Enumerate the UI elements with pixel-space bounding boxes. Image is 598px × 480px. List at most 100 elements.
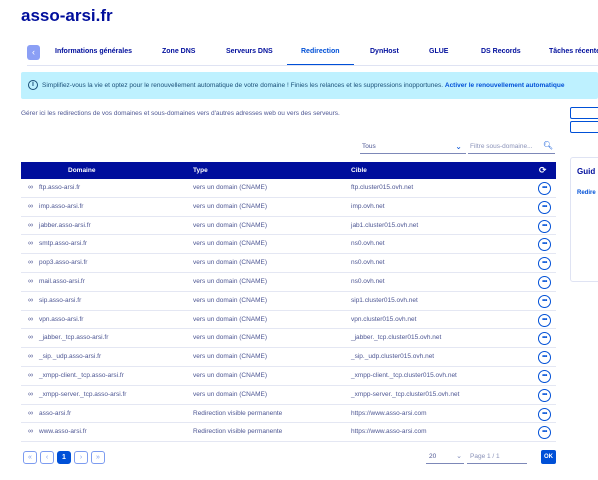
row-actions-button[interactable]: ••• <box>538 369 551 383</box>
page-1-button[interactable]: 1 <box>57 451 71 464</box>
table-row: ∞ mail.asso-arsi.fr vers un domain (CNAME)… <box>21 273 556 292</box>
row-actions-button[interactable]: ••• <box>538 388 551 402</box>
page-size-select[interactable]: 20 ⌄ <box>426 451 464 464</box>
prev-page-button[interactable]: ‹ <box>40 451 54 464</box>
tab-dynhost[interactable]: DynHost <box>370 45 399 59</box>
guide-link-redirection[interactable]: Redire <box>577 190 596 196</box>
column-header-type[interactable]: Type <box>193 162 208 179</box>
row-actions-button[interactable]: ••• <box>538 332 551 346</box>
row-actions-button[interactable]: ••• <box>538 294 551 308</box>
cell-type: vers un domain (CNAME) <box>193 390 268 398</box>
tab-general-info[interactable]: Informations générales <box>55 45 132 59</box>
row-actions-button[interactable]: ••• <box>538 407 551 421</box>
cell-target: ns0.ovh.net <box>351 259 385 267</box>
table-row: ∞ _xmpp-server._tcp.asso-arsi.fr vers un d… <box>21 386 556 405</box>
intro-text: Gérer ici les redirections de vos domain… <box>21 110 340 117</box>
link-icon: ∞ <box>28 296 33 304</box>
tabs-scroll-left-button[interactable]: ‹ <box>27 45 40 60</box>
redirections-table: Domaine Type Cible ⟳ ∞ ftp.asso-arsi.fr ve… <box>21 162 556 443</box>
cell-target: _xmpp-client._tcp.cluster015.ovh.net <box>351 371 457 379</box>
subdomain-filter-input[interactable] <box>468 140 542 153</box>
page-jump-field[interactable]: Page 1 / 1 <box>467 451 527 464</box>
tab-recent-tasks[interactable]: Tâches récentes <box>549 45 598 59</box>
row-actions-button[interactable]: ••• <box>538 238 551 252</box>
link-icon: ∞ <box>28 371 33 379</box>
cell-domain: ftp.asso-arsi.fr <box>39 184 81 191</box>
table-row: ∞ smtp.asso-arsi.fr vers un domain (CNAME)… <box>21 235 556 255</box>
cell-domain: pop3.asso-arsi.fr <box>39 259 88 267</box>
type-filter-value: Tous <box>362 143 376 150</box>
first-page-button[interactable]: « <box>23 451 37 464</box>
table-row: ∞ asso-arsi.fr Redirection visible permane… <box>21 405 556 424</box>
cell-type: vers un domain (CNAME) <box>193 315 268 323</box>
activate-auto-renewal-link[interactable]: Activer le renouvellement automatique <box>445 82 565 89</box>
cell-type: vers un domain (CNAME) <box>193 296 268 304</box>
link-icon: ∞ <box>28 202 33 210</box>
row-actions-button[interactable]: ••• <box>538 275 551 289</box>
banner-text: Simplifiez-vous la vie et optez pour le … <box>42 82 444 89</box>
cell-target: sip1.cluster015.ovh.net <box>351 296 418 304</box>
subdomain-filter: 🔍︎ <box>468 140 555 154</box>
tab-redirection[interactable]: Redirection <box>287 45 353 66</box>
row-actions-button[interactable]: ••• <box>538 182 551 195</box>
table-row: ∞ pop3.asso-arsi.fr vers un domain (CNAME)… <box>21 254 556 273</box>
row-actions-button[interactable]: ••• <box>538 426 551 440</box>
cell-target: _sip._udp.cluster015.ovh.net <box>351 353 435 361</box>
cell-target: ns0.ovh.net <box>351 277 385 285</box>
link-icon: ∞ <box>28 409 33 417</box>
refresh-icon[interactable]: ⟳ <box>539 162 547 179</box>
cell-target: jab1.cluster015.ovh.net <box>351 221 419 229</box>
cell-domain: _xmpp-client._tcp.asso-arsi.fr <box>39 371 124 379</box>
table-row: ∞ vpn.asso-arsi.fr vers un domain (CNAME) v… <box>21 311 556 330</box>
tab-dns-servers[interactable]: Serveurs DNS <box>226 45 273 59</box>
next-page-button[interactable]: › <box>74 451 88 464</box>
info-icon: i <box>28 80 38 90</box>
guides-panel: Guid Redire <box>570 157 598 282</box>
link-icon: ∞ <box>28 221 33 229</box>
cell-type: vers un domain (CNAME) <box>193 259 268 267</box>
link-icon: ∞ <box>28 184 33 191</box>
table-row: ∞ www.asso-arsi.fr Redirection visible per… <box>21 423 556 443</box>
tab-bar: ‹ Informations générales Zone DNS Serveu… <box>27 45 598 66</box>
cell-domain: _sip._udp.asso-arsi.fr <box>39 353 102 361</box>
link-icon: ∞ <box>28 240 33 248</box>
cell-domain: _xmpp-server._tcp.asso-arsi.fr <box>39 390 127 398</box>
search-icon[interactable]: 🔍︎ <box>543 141 553 150</box>
row-actions-button[interactable]: ••• <box>538 200 551 214</box>
cell-domain: vpn.asso-arsi.fr <box>39 315 84 323</box>
cell-type: vers un domain (CNAME) <box>193 277 268 285</box>
table-row: ∞ _jabber._tcp.asso-arsi.fr vers un domain… <box>21 329 556 349</box>
cell-target: vpn.cluster015.ovh.net <box>351 315 417 323</box>
side-action-button-1[interactable] <box>570 107 598 119</box>
cell-type: vers un domain (CNAME) <box>193 221 268 229</box>
tab-dns-zone[interactable]: Zone DNS <box>162 45 195 59</box>
column-header-target[interactable]: Cible <box>351 162 367 179</box>
table-row: ∞ _xmpp-client._tcp.asso-arsi.fr vers un d… <box>21 367 556 386</box>
row-actions-button[interactable]: ••• <box>538 313 551 327</box>
cell-type: vers un domain (CNAME) <box>193 240 268 248</box>
link-icon: ∞ <box>28 259 33 267</box>
last-page-button[interactable]: » <box>91 451 105 464</box>
cell-domain: sip.asso-arsi.fr <box>39 296 82 304</box>
cell-target: https://www.asso-arsi.com <box>351 409 427 417</box>
tab-glue[interactable]: GLUE <box>429 45 448 59</box>
renewal-banner: i Simplifiez-vous la vie et optez pour l… <box>21 72 598 99</box>
type-filter-select[interactable]: Tous ⌄ <box>360 140 466 154</box>
page-title: asso-arsi.fr <box>21 6 113 25</box>
cell-type: Redirection visible permanente <box>193 428 283 436</box>
cell-type: vers un domain (CNAME) <box>193 334 268 342</box>
cell-target: ftp.cluster015.ovh.net <box>351 184 414 191</box>
chevron-down-icon: ⌄ <box>456 453 462 460</box>
cell-domain: asso-arsi.fr <box>39 409 72 417</box>
column-header-domain[interactable]: Domaine <box>68 162 95 179</box>
side-action-button-2[interactable] <box>570 121 598 133</box>
tab-ds-records[interactable]: DS Records <box>481 45 521 59</box>
cell-target: _xmpp-server._tcp.cluster015.ovh.net <box>351 390 460 398</box>
page-go-button[interactable]: OK <box>541 450 556 464</box>
row-actions-button[interactable]: ••• <box>538 351 551 365</box>
cell-domain: _jabber._tcp.asso-arsi.fr <box>39 334 109 342</box>
cell-target: imp.ovh.net <box>351 202 385 210</box>
link-icon: ∞ <box>28 428 33 436</box>
row-actions-button[interactable]: ••• <box>538 219 551 233</box>
row-actions-button[interactable]: ••• <box>538 257 551 271</box>
